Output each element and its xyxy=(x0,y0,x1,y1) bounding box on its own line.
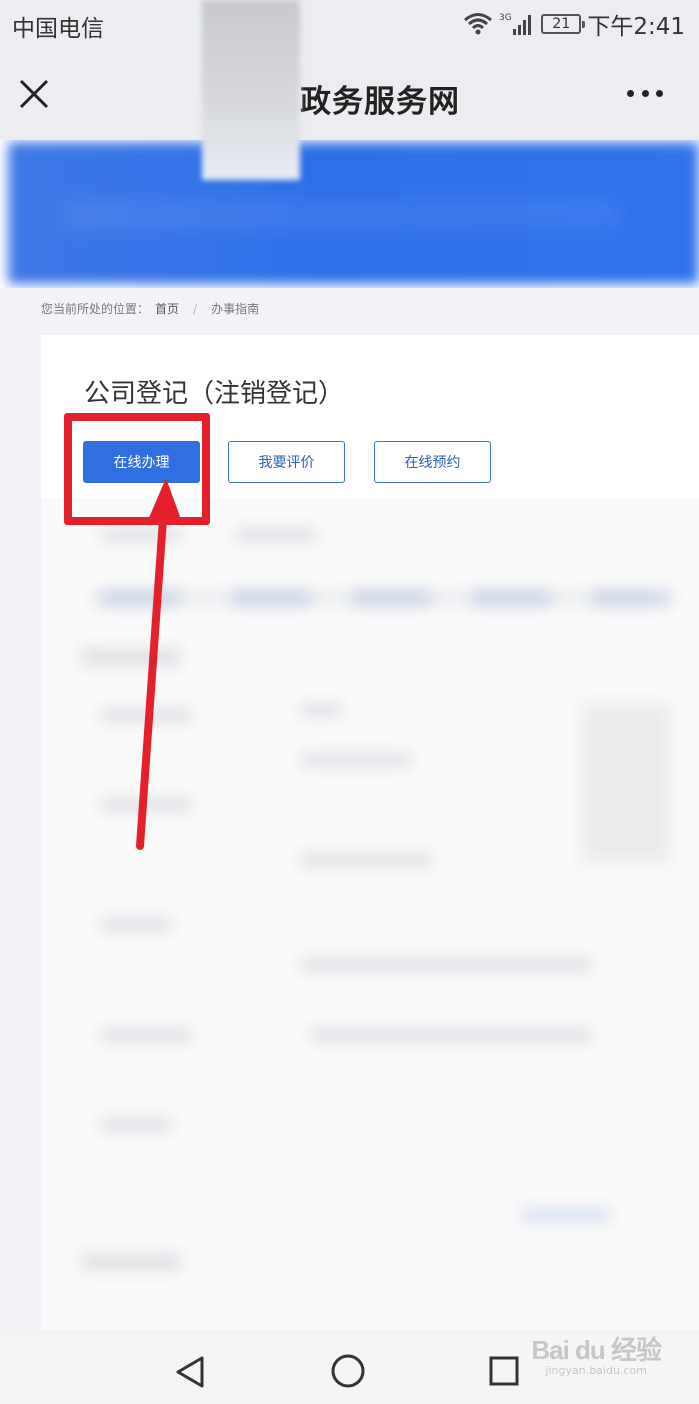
breadcrumb-prefix: 您当前所处的位置： xyxy=(41,302,150,316)
rate-button[interactable]: 我要评价 xyxy=(228,441,345,483)
breadcrumb-home-link[interactable]: 首页 xyxy=(155,300,179,317)
battery-level: 21 xyxy=(552,16,571,32)
network-type-label: 3G xyxy=(499,13,512,23)
breadcrumb-current: 办事指南 xyxy=(211,302,260,316)
back-icon[interactable] xyxy=(172,1354,208,1394)
wifi-icon xyxy=(463,12,493,36)
watermark-url: jingyan.baidu.com xyxy=(545,1364,647,1377)
page-title: 政务服务网 xyxy=(300,84,460,120)
service-title: 公司登记（注销登记） xyxy=(84,379,345,409)
book-online-button[interactable]: 在线预约 xyxy=(374,441,491,483)
signal-icon: 3G xyxy=(499,11,535,37)
clock: 下午2:41 xyxy=(587,14,685,40)
watermark-logo: Bai du 经验 xyxy=(531,1335,662,1365)
more-menu-icon[interactable] xyxy=(627,90,663,100)
carrier-label: 中国电信 xyxy=(12,16,104,42)
status-bar: 中国电信 3G 21 下午2:41 xyxy=(0,0,699,50)
breadcrumb: 您当前所处的位置： 首页 / 办事指南 xyxy=(41,300,259,317)
status-icons: 3G 21 下午2:41 xyxy=(463,8,685,40)
highlight-box xyxy=(64,413,210,525)
watermark: Bai du 经验 jingyan.baidu.com xyxy=(531,1330,662,1377)
title-bar: 政务服务网 xyxy=(0,50,699,140)
blurred-content xyxy=(41,498,699,1330)
breadcrumb-separator: / xyxy=(193,301,198,316)
redacted-region xyxy=(202,0,300,180)
close-icon[interactable] xyxy=(16,76,52,112)
recent-apps-icon[interactable] xyxy=(488,1355,520,1391)
home-icon[interactable] xyxy=(330,1353,366,1393)
battery-icon: 21 xyxy=(541,14,586,34)
site-banner xyxy=(0,140,699,288)
